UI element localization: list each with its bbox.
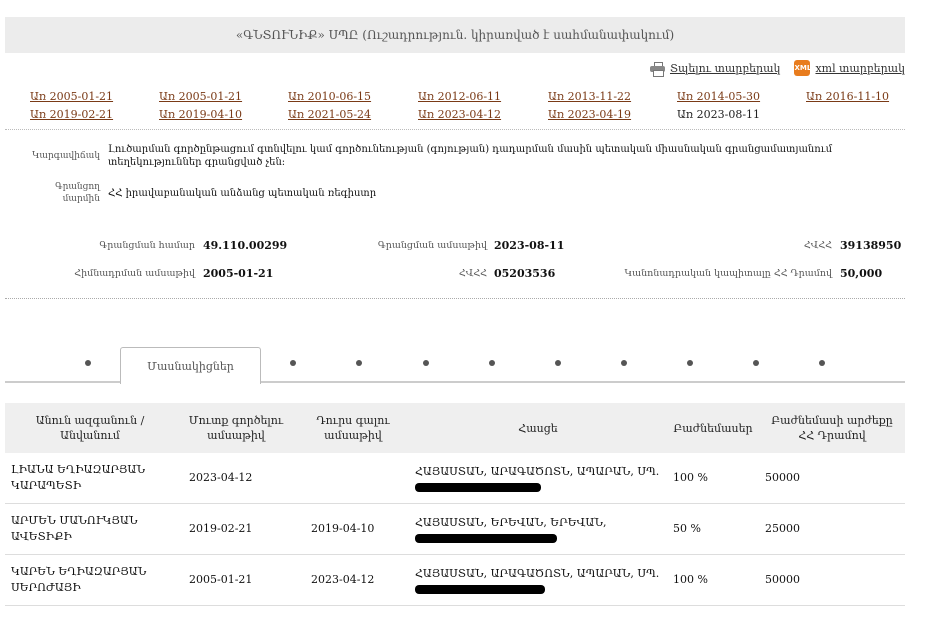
share-value: 25000 <box>759 503 905 555</box>
exit-date: 2019-04-10 <box>297 503 409 555</box>
address-cell: ՀԱՅԱՍՏԱՆ, ԱՐԱԳԱԾՈՏՆ, ԱՊԱՐԱՆ, ՍՊ. <box>409 453 667 504</box>
entry-date: 2005-01-21 <box>175 554 297 606</box>
founding-date-label: Հիմնադրման ամսաթիվ <box>74 268 195 279</box>
tab-dot[interactable] <box>290 360 296 366</box>
date-link[interactable]: Առ 2005-01-21 <box>159 90 288 103</box>
status-value: Լուծարման գործընթացում գտնվելու կամ գործ… <box>108 144 833 168</box>
xml-version[interactable]: XML xml տարբերակ <box>794 60 905 76</box>
col-header-address: Հասցե <box>518 421 558 435</box>
tab-dot[interactable] <box>356 360 362 366</box>
date-link[interactable]: Առ 2023-04-19 <box>548 108 677 121</box>
date-link[interactable]: Առ 2021-05-24 <box>288 108 418 121</box>
tab-dot[interactable] <box>621 360 627 366</box>
address-text: ՀԱՅԱՍՏԱՆ, ԱՐԱԳԱԾՈՏՆ, ԱՊԱՐԱՆ, ՍՊ. <box>415 567 660 580</box>
reg-number-value: 49.110.00299 <box>203 239 288 252</box>
tab-participants[interactable]: Մասնակիցներ <box>120 347 261 384</box>
share: 100 % <box>667 453 759 504</box>
share: 100 % <box>667 554 759 606</box>
participant-name: ԼԻԱՆԱ ԵՂԻԱԶԱՐՅԱՆ ԿԱՐԱՊԵՏԻ <box>5 453 175 504</box>
entry-date: 2019-02-21 <box>175 503 297 555</box>
divider <box>5 129 905 130</box>
date-link[interactable]: Առ 2016-11-10 <box>806 90 910 103</box>
participants-table: Անուն ազգանուն / Անվանում Մուտք գործելու… <box>5 403 905 606</box>
print-version[interactable]: Տպելու տարբերակ <box>649 61 780 77</box>
entry-date: 2023-04-12 <box>175 453 297 504</box>
date-link[interactable]: Առ 2014-05-30 <box>677 90 806 103</box>
table-row: ԿԱՐԵՆ ԵՂԻԱԶԱՐՅԱՆ ՍԵՐՈԺԱՅԻ 2005-01-21 202… <box>5 554 905 606</box>
state-reg-date-value: 2023-08-11 <box>494 239 565 252</box>
founding-date-value: 2005-01-21 <box>203 267 274 280</box>
col-header-share: Բաժնեմասեր <box>673 421 753 435</box>
share-value: 50000 <box>759 554 905 606</box>
col-header-share-value: Բաժնեմասի արժեքը ՀՀ Դրամով <box>771 414 893 442</box>
tab-dot[interactable] <box>85 360 91 366</box>
date-link[interactable]: Առ 2012-06-11 <box>418 90 548 103</box>
table-header-row: Անուն ազգանուն / Անվանում Մուտք գործելու… <box>5 403 905 453</box>
redaction-bar <box>415 585 545 594</box>
tin-value: 39138950 <box>840 239 902 252</box>
status-label: Կարգավիճակ <box>32 151 100 161</box>
share-value: 50000 <box>759 453 905 504</box>
register-value: ՀՀ իրավաբանական անձանց պետական ռեգիստր <box>108 188 377 199</box>
code-label: ՀՎՀՀ <box>458 268 487 279</box>
redaction-bar <box>415 483 541 492</box>
share: 50 % <box>667 503 759 555</box>
col-header-exit-date: Դուրս գալու ամսաթիվ <box>316 414 390 442</box>
redaction-bar <box>415 534 557 543</box>
xml-icon: XML <box>794 60 811 76</box>
register-label: Գրանցող մարմին <box>55 182 100 204</box>
exit-date <box>297 453 409 504</box>
state-reg-date-label: Գրանցման ամսաթիվ <box>377 240 487 251</box>
print-version-link[interactable]: Տպելու տարբերակ <box>670 62 780 75</box>
address-cell: ՀԱՅԱՍՏԱՆ, ԵՐԵՎԱՆ, ԵՐԵՎԱՆ, <box>409 503 667 555</box>
history-dates: Առ 2005-01-21 Առ 2005-01-21 Առ 2010-06-1… <box>30 90 910 121</box>
page-title: «ԳՆՏՈՒՆԻՔ» ՍՊԸ (Ուշադրություն. կիրառված … <box>5 17 905 53</box>
tab-dot[interactable] <box>555 360 561 366</box>
address-text: ՀԱՅԱՍՏԱՆ, ԵՐԵՎԱՆ, ԵՐԵՎԱՆ, <box>415 516 607 529</box>
table-row: ԼԻԱՆԱ ԵՂԻԱԶԱՐՅԱՆ ԿԱՐԱՊԵՏԻ 2023-04-12 ՀԱՅ… <box>5 453 905 504</box>
tab-dot[interactable] <box>423 360 429 366</box>
date-link[interactable]: Առ 2005-01-21 <box>30 90 159 103</box>
tab-dot[interactable] <box>819 360 825 366</box>
address-text: ՀԱՅԱՍՏԱՆ, ԱՐԱԳԱԾՈՏՆ, ԱՊԱՐԱՆ, ՍՊ. <box>415 465 660 478</box>
col-header-name: Անուն ազգանուն / Անվանում <box>35 414 145 442</box>
date-link[interactable]: Առ 2013-11-22 <box>548 90 677 103</box>
date-link[interactable]: Առ 2019-02-21 <box>30 108 159 121</box>
tab-dot[interactable] <box>753 360 759 366</box>
tab-dot[interactable] <box>687 360 693 366</box>
export-links: Տպելու տարբերակ XML xml տարբերակ <box>649 60 905 77</box>
col-header-entry-date: Մուտք գործելու ամսաթիվ <box>188 414 284 442</box>
xml-version-link[interactable]: xml տարբերակ <box>815 62 905 75</box>
participant-name: ԱՐՄԵՆ ՄԱՆՈՒԿՅԱՆ ԱՎԵՏԻՔԻ <box>5 503 175 555</box>
reg-number-label: Գրանցման համար <box>99 240 195 251</box>
code-value: 05203536 <box>494 267 556 280</box>
divider <box>5 298 905 299</box>
exit-date: 2023-04-12 <box>297 554 409 606</box>
participant-name: ԿԱՐԵՆ ԵՂԻԱԶԱՐՅԱՆ ՍԵՐՈԺԱՅԻ <box>5 554 175 606</box>
tab-dot[interactable] <box>489 360 495 366</box>
tin-label: ՀՎՀՀ <box>803 240 832 251</box>
date-link[interactable]: Առ 2019-04-10 <box>159 108 288 121</box>
date-link[interactable]: Առ 2023-04-12 <box>418 108 548 121</box>
current-date: Առ 2023-08-11 <box>677 108 761 121</box>
table-row: ԱՐՄԵՆ ՄԱՆՈՒԿՅԱՆ ԱՎԵՏԻՔԻ 2019-02-21 2019-… <box>5 503 905 555</box>
capital-value: 50,000 <box>840 267 883 280</box>
address-cell: ՀԱՅԱՍՏԱՆ, ԱՐԱԳԱԾՈՏՆ, ԱՊԱՐԱՆ, ՍՊ. <box>409 554 667 606</box>
printer-icon <box>649 61 665 77</box>
capital-label: Կանոնադրական կապիտալը ՀՀ Դրամով <box>624 268 832 279</box>
date-link[interactable]: Առ 2010-06-15 <box>288 90 418 103</box>
